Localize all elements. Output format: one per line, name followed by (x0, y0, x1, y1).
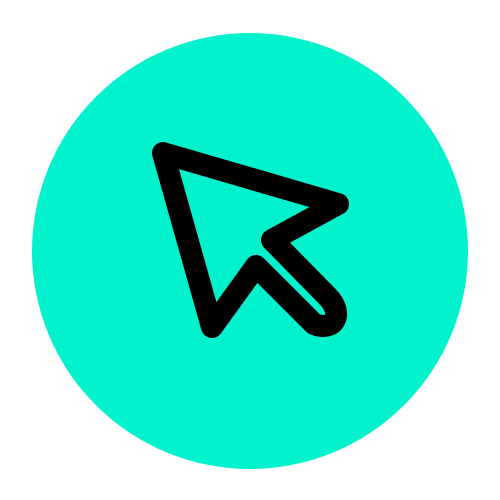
icon-canvas (0, 0, 500, 500)
cursor-arrow-icon (152, 142, 349, 338)
cursor-arrow-outline (152, 142, 349, 338)
